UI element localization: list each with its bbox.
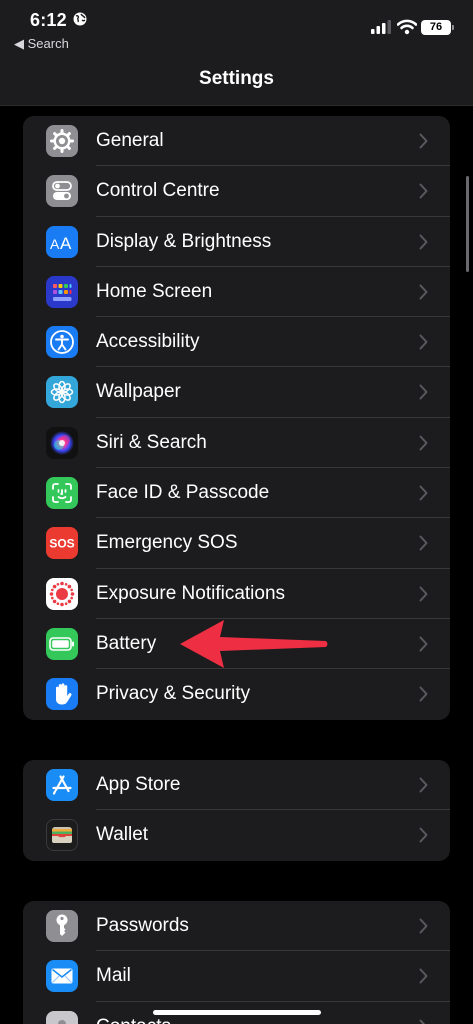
exposure-icon bbox=[46, 577, 78, 610]
back-to-search-link[interactable]: ◀ Search bbox=[14, 36, 69, 52]
chevron-right-icon bbox=[419, 686, 428, 702]
settings-row-label: App Store bbox=[96, 774, 181, 795]
chevron-right-icon bbox=[419, 918, 428, 934]
chevron-right-icon bbox=[419, 133, 428, 149]
chevron-right-icon bbox=[419, 1019, 426, 1024]
chevron-right-icon bbox=[419, 968, 428, 984]
chevron-right-icon bbox=[419, 284, 428, 300]
chevron-right-icon bbox=[419, 234, 428, 250]
app-grid-icon bbox=[46, 275, 78, 308]
settings-group-store: App Store Wallet bbox=[23, 760, 450, 861]
chevron-right-icon bbox=[419, 384, 428, 400]
settings-row-home-screen[interactable]: Home Screen bbox=[23, 267, 450, 318]
wallet-icon bbox=[46, 819, 78, 852]
chevron-right-icon bbox=[419, 334, 428, 350]
settings-row-privacy-security[interactable]: Privacy & Security bbox=[23, 669, 450, 719]
status-time: 6:12 bbox=[30, 10, 67, 30]
text-size-icon: A A bbox=[46, 225, 78, 258]
battery-icon bbox=[46, 627, 78, 660]
mail-icon bbox=[46, 960, 78, 993]
page-title: Settings bbox=[199, 68, 274, 89]
settings-row-control-centre[interactable]: Control Centre bbox=[23, 166, 450, 217]
chevron-right-icon bbox=[419, 535, 428, 551]
app-store-icon bbox=[46, 769, 78, 801]
settings-row-accessibility[interactable]: Accessibility bbox=[23, 317, 450, 368]
siri-icon bbox=[46, 426, 78, 459]
settings-row-label: Accessibility bbox=[96, 331, 200, 353]
cellular-signal-icon bbox=[371, 20, 391, 34]
settings-row-label: Wallpaper bbox=[96, 381, 181, 403]
svg-text:A: A bbox=[60, 234, 72, 252]
settings-row-label: Battery bbox=[96, 632, 157, 654]
settings-row-passwords[interactable]: Passwords bbox=[23, 901, 450, 952]
settings-row-label: Wallet bbox=[96, 824, 149, 846]
svg-text:A: A bbox=[50, 236, 60, 252]
chevron-right-icon bbox=[419, 183, 428, 199]
chevron-right-icon bbox=[419, 827, 428, 843]
hand-icon bbox=[46, 678, 78, 711]
chevron-right-icon bbox=[419, 586, 428, 602]
settings-row-label: Home Screen bbox=[96, 280, 213, 302]
settings-row-label: Face ID & Passcode bbox=[96, 482, 270, 504]
settings-row-label: Passwords bbox=[96, 915, 189, 936]
chevron-right-icon bbox=[419, 485, 428, 501]
contacts-icon bbox=[46, 1010, 78, 1024]
settings-row-emergency-sos[interactable]: SOS Emergency SOS bbox=[23, 518, 450, 569]
settings-row-label: Emergency SOS bbox=[96, 532, 238, 554]
settings-row-display-brightness[interactable]: A A Display & Brightness bbox=[23, 217, 450, 267]
settings-row-label: General bbox=[96, 130, 164, 151]
chevron-right-icon bbox=[419, 636, 428, 652]
settings-row-label: Privacy & Security bbox=[96, 683, 251, 705]
wifi-icon bbox=[397, 19, 417, 35]
settings-row-label: Mail bbox=[96, 965, 131, 987]
settings-row-app-store[interactable]: App Store bbox=[23, 760, 450, 811]
settings-row-label: Exposure Notifications bbox=[96, 582, 286, 604]
settings-row-general[interactable]: General bbox=[23, 116, 450, 167]
settings-row-wallpaper[interactable]: Wallpaper bbox=[23, 367, 450, 418]
status-and-nav-bar: 6:12 ◀ Search 76 Settings bbox=[0, 0, 473, 106]
settings-screen: 6:12 ◀ Search 76 Settings General Contro… bbox=[0, 0, 473, 1024]
toggles-icon bbox=[46, 175, 78, 208]
battery-level-indicator: 76 bbox=[421, 20, 454, 35]
settings-row-label: Siri & Search bbox=[96, 431, 207, 453]
svg-text:SOS: SOS bbox=[49, 537, 74, 551]
chevron-right-icon bbox=[419, 435, 428, 451]
key-icon bbox=[46, 910, 78, 942]
settings-group-accounts: Passwords Mail Contac bbox=[23, 901, 450, 1024]
annotation-arrow-icon bbox=[180, 620, 328, 668]
scrollbar[interactable] bbox=[466, 176, 469, 272]
settings-row-exposure-notifications[interactable]: Exposure Notifications bbox=[23, 569, 450, 619]
settings-row-siri-search[interactable]: Siri & Search bbox=[23, 418, 450, 469]
sos-icon: SOS bbox=[46, 527, 78, 560]
settings-row-wallet[interactable]: Wallet bbox=[23, 810, 450, 860]
flower-icon bbox=[46, 376, 78, 409]
home-indicator[interactable] bbox=[153, 1010, 321, 1015]
chevron-right-icon bbox=[419, 777, 428, 793]
settings-row-label: Control Centre bbox=[96, 180, 220, 202]
settings-row-label: Display & Brightness bbox=[96, 230, 272, 252]
face-id-icon bbox=[46, 477, 78, 510]
accessibility-icon bbox=[46, 326, 78, 359]
settings-row-face-id-passcode[interactable]: Face ID & Passcode bbox=[23, 468, 450, 519]
settings-row-mail[interactable]: Mail bbox=[23, 951, 450, 1002]
globe-icon bbox=[73, 12, 87, 26]
gear-icon bbox=[46, 125, 78, 157]
